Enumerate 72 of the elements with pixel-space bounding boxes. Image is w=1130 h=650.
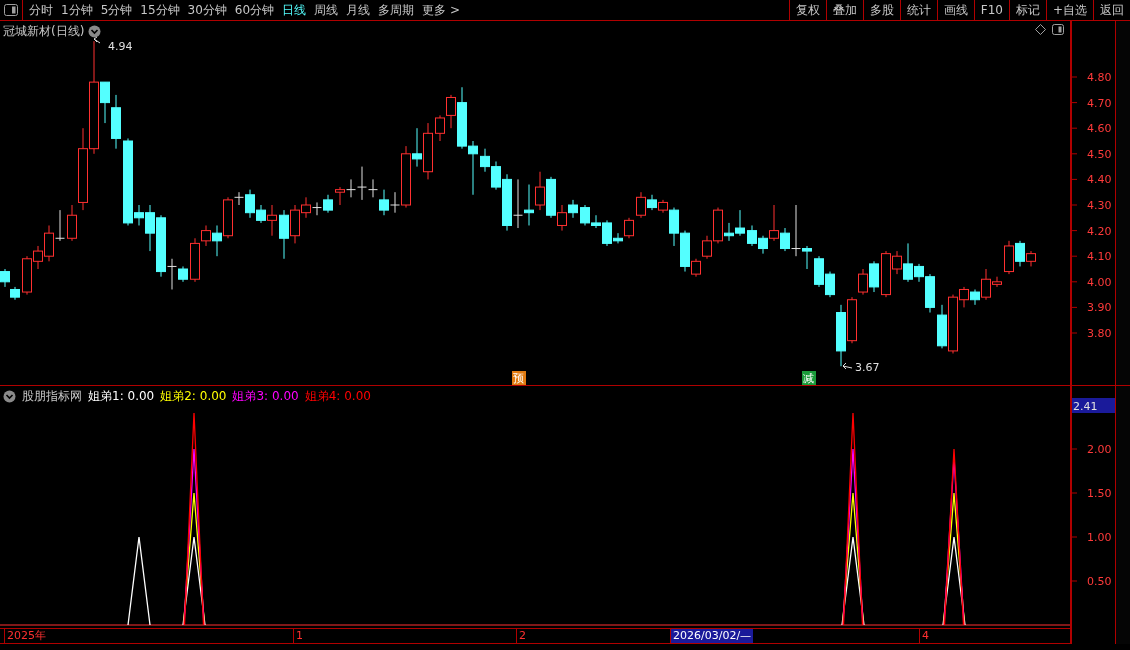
price-axis-label: 4.80 — [1087, 71, 1112, 84]
candlestick — [10, 286, 20, 301]
candlestick — [535, 171, 545, 211]
signal-marker: 预 — [512, 371, 526, 385]
candlestick — [55, 209, 65, 242]
signal-marker: 减 — [802, 371, 816, 385]
candlestick — [814, 255, 824, 288]
candlestick — [825, 271, 835, 298]
candlestick — [937, 304, 947, 349]
time-axis-label: 1 — [293, 629, 305, 643]
price-axis-label: 3.90 — [1087, 301, 1112, 315]
period-tab[interactable]: 30分钟 — [187, 1, 227, 19]
candlestick — [423, 122, 433, 180]
indicator-legend: 姐弟4: 0.00 — [304, 388, 371, 405]
indicator-axis-label: 1.50 — [1087, 487, 1112, 500]
time-axis-label: 2025年 — [4, 629, 48, 643]
candlestick — [836, 304, 846, 367]
low-price-label: 3.67 — [855, 361, 880, 374]
indicator-name: 股朋指标网 — [22, 388, 82, 405]
leader-line — [842, 362, 853, 370]
period-tab[interactable]: 分时 — [29, 1, 53, 19]
high-price-label: 4.94 — [108, 40, 133, 53]
period-tab[interactable]: 60分钟 — [234, 1, 275, 19]
chart-title: 冠城新材(日线) — [3, 23, 85, 40]
candlestick — [513, 178, 523, 229]
candlestick — [435, 114, 445, 142]
price-axis-label: 4.40 — [1087, 173, 1112, 187]
period-tab[interactable]: 1分钟 — [61, 1, 93, 19]
price-axis-label: 4.30 — [1087, 199, 1112, 212]
candlestick — [468, 140, 478, 196]
candlestick — [0, 268, 10, 288]
price-axis-label: 4.10 — [1087, 250, 1112, 264]
price-axis-label: 4.50 — [1087, 147, 1112, 161]
dropdown-icon[interactable] — [88, 25, 102, 38]
candlestick — [279, 209, 289, 260]
period-tab[interactable]: 日线 — [282, 1, 307, 19]
time-axis-label: 2 — [516, 629, 528, 643]
period-tab[interactable]: 5分钟 — [100, 1, 133, 19]
indicator-legend: 姐弟3: 0.00 — [232, 388, 299, 405]
candlestick — [1004, 240, 1014, 275]
current-value-badge: 2.41 — [1072, 398, 1115, 413]
candlestick — [323, 194, 333, 214]
indicator-axis-label: 1.00 — [1087, 531, 1112, 544]
candlestick — [747, 225, 757, 247]
indicator-legend: 姐弟2: 0.00 — [160, 388, 227, 405]
candlestick — [869, 260, 879, 293]
price-axis-label: 4.00 — [1087, 275, 1112, 289]
indicator-axis-label: 0.50 — [1087, 575, 1112, 588]
period-tab[interactable]: 15分钟 — [140, 1, 180, 19]
diamond-icon[interactable] — [1035, 24, 1046, 35]
candlestick — [735, 209, 745, 237]
period-tab[interactable]: 更多 > — [422, 1, 460, 19]
candlestick — [335, 186, 345, 206]
period-tab[interactable]: 多周期 — [378, 1, 415, 19]
price-axis-label: 3.80 — [1087, 327, 1112, 340]
candlestick — [111, 94, 121, 150]
period-tab[interactable]: 周线 — [314, 1, 339, 19]
time-axis-label: 4 — [919, 629, 931, 643]
indicator-legend: 姐弟1: 0.00 — [88, 388, 155, 405]
candlestick — [480, 148, 490, 173]
candlestick — [568, 199, 578, 219]
indicator-axis-label: 2.00 — [1087, 443, 1112, 456]
price-axis-label: 4.20 — [1087, 224, 1112, 238]
time-axis-label: 2026/03/02/— — [670, 629, 754, 643]
price-axis-label: 4.60 — [1087, 122, 1112, 136]
panel-toggle-icon[interactable] — [1052, 24, 1064, 35]
period-tab[interactable]: 月线 — [346, 1, 371, 19]
price-axis-label: 4.70 — [1087, 96, 1112, 110]
candlestick — [379, 189, 389, 216]
candlestick — [524, 184, 534, 226]
panel-toggle-icon[interactable] — [4, 4, 18, 16]
dropdown-icon[interactable] — [3, 390, 16, 403]
